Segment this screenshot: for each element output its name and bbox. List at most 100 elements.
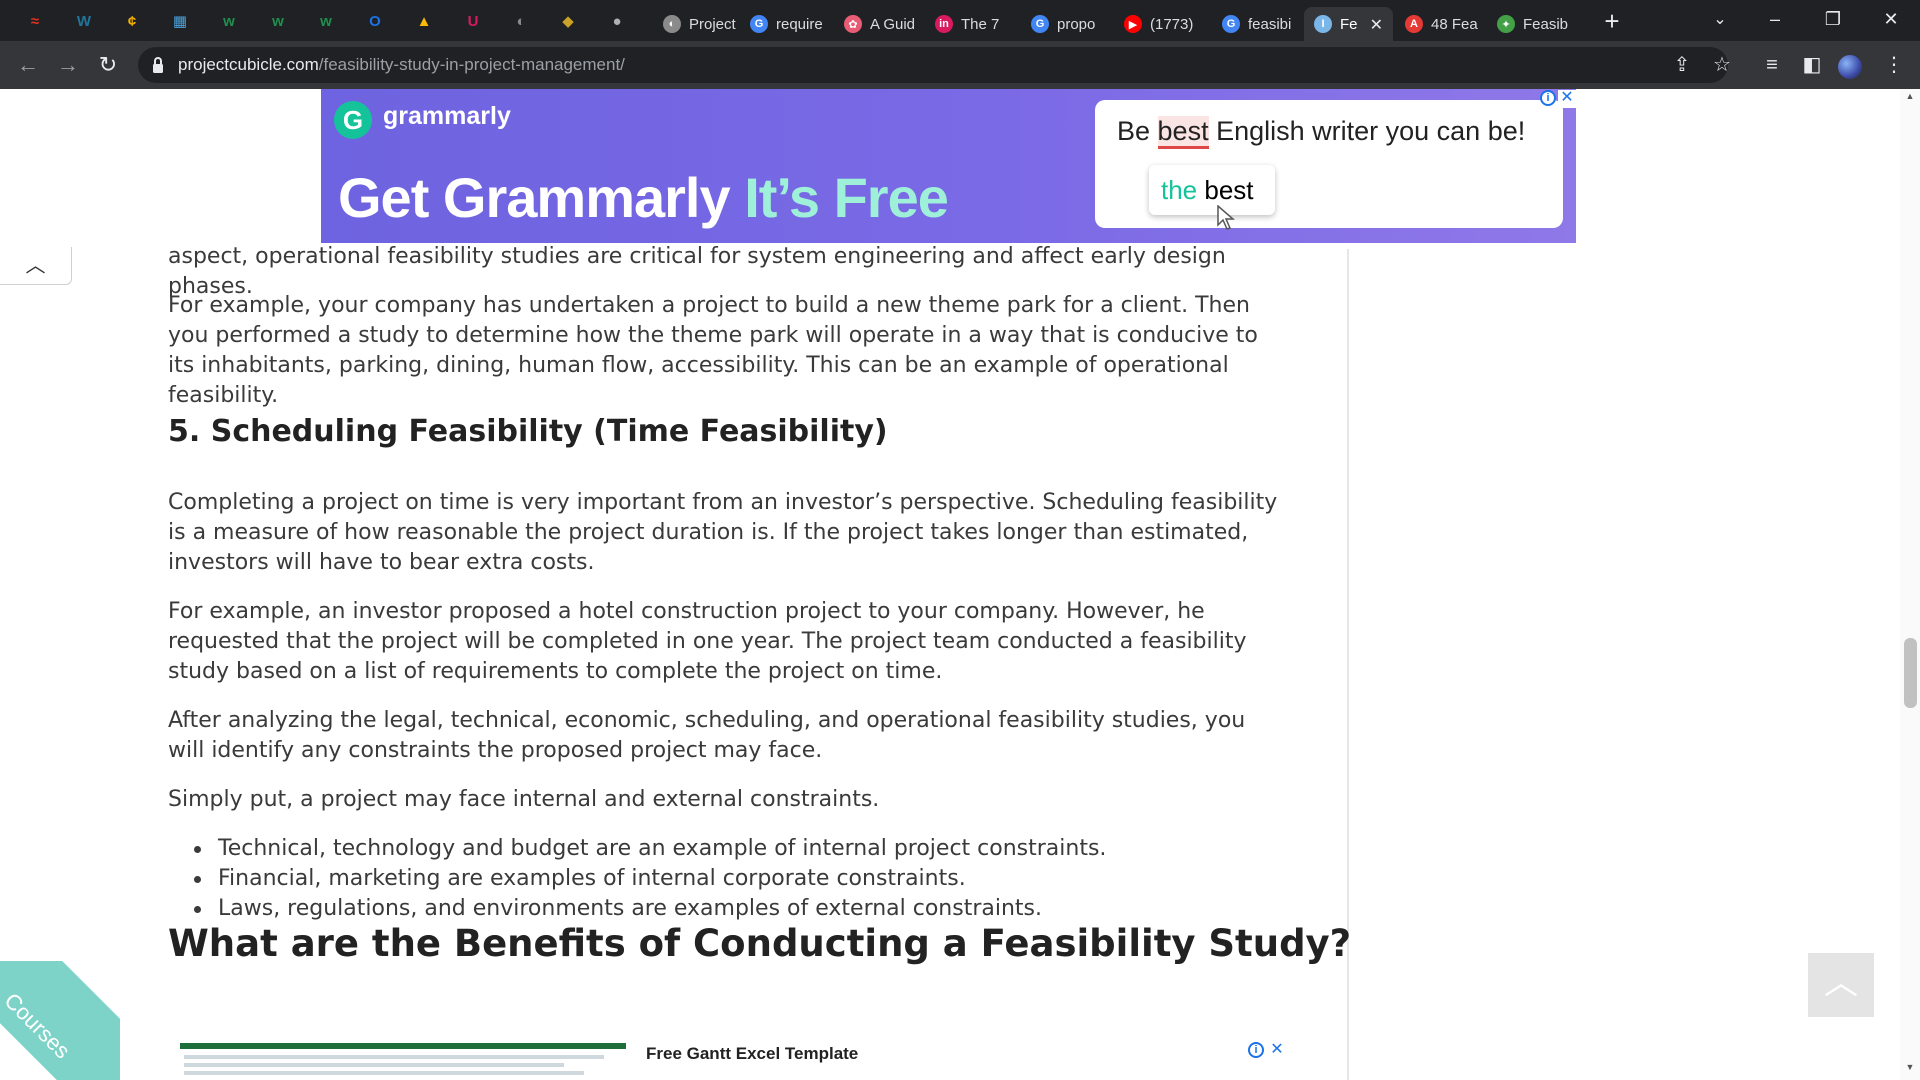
- ninja-icon[interactable]: ●: [605, 9, 629, 33]
- list-item: Technical, technology and budget are an …: [193, 834, 1106, 864]
- scrollbar-thumb[interactable]: [1904, 638, 1917, 708]
- w-icon[interactable]: w: [314, 9, 338, 33]
- ad-example-card: Be best English writer you can be! the b…: [1095, 100, 1563, 228]
- browser-tab[interactable]: ◐ Project: [653, 7, 738, 41]
- section-heading-benefits: What are the Benefits of Conducting a Fe…: [168, 922, 1352, 965]
- side-panel-icon[interactable]: ◧: [1796, 49, 1828, 81]
- ad-close-icon[interactable]: ✕: [1558, 90, 1576, 108]
- ad-info-icon[interactable]: i: [1248, 1042, 1264, 1058]
- tab-title: Project: [689, 15, 736, 33]
- scroll-down-arrow-icon[interactable]: ▼: [1904, 1062, 1916, 1074]
- lock-icon: [153, 57, 163, 73]
- browser-tab[interactable]: ▶ (1773): [1114, 7, 1210, 41]
- tab-favicon-icon: G: [1031, 15, 1049, 33]
- browser-tab-strip: ≈ W ¢ ▦ w w w O ▲ U ◐ ◆ ● ◐ Project Grequire ✿ A Guid in T…: [0, 0, 1920, 41]
- browser-tab[interactable]: in The 7: [925, 7, 1019, 41]
- reload-button[interactable]: ↻: [92, 49, 124, 81]
- browser-tab[interactable]: ✦ Feasib: [1487, 7, 1585, 41]
- browser-tab[interactable]: A 48 Fea: [1395, 7, 1485, 41]
- grammarly-ad-banner[interactable]: G grammarly Get Grammarly It’s Free Be b…: [321, 89, 1576, 243]
- tab-favicon-icon: G: [1222, 15, 1240, 33]
- tab-favicon-icon: ◐: [663, 15, 681, 33]
- media-control-icon[interactable]: ≡: [1756, 49, 1788, 81]
- tab-title: The 7: [961, 15, 1000, 33]
- paragraph: For example, an investor proposed a hote…: [168, 599, 1247, 684]
- globe-icon[interactable]: ◐: [509, 9, 533, 33]
- tab-title: Feasib: [1523, 15, 1569, 33]
- section-heading-scheduling: 5. Scheduling Feasibility (Time Feasibil…: [168, 414, 888, 449]
- collapse-chevron-up-icon[interactable]: ︿: [0, 247, 72, 285]
- tab-favicon-icon: in: [935, 15, 953, 33]
- page-scrollbar[interactable]: ▲ ▼: [1900, 89, 1920, 1080]
- minimize-button[interactable]: –: [1746, 0, 1804, 41]
- tab-favicon-icon: G: [750, 15, 768, 33]
- ad-close-icon[interactable]: ✕: [1268, 1042, 1286, 1060]
- tab-title: 48 Fea: [1431, 15, 1478, 33]
- tab-close-icon[interactable]: ✕: [1370, 15, 1383, 35]
- pinned-app-icon[interactable]: ≈: [23, 9, 47, 33]
- cursor-arrow-icon: [1217, 205, 1235, 230]
- ad-suggestion-word: best: [1197, 175, 1254, 205]
- profile-avatar[interactable]: [1838, 55, 1862, 79]
- bookmark-star-icon[interactable]: ☆: [1706, 49, 1738, 81]
- tab-title: Fe: [1340, 15, 1358, 33]
- tab-title: feasibi: [1248, 15, 1292, 33]
- ad-title: Free Gantt Excel Template: [646, 1044, 859, 1063]
- address-bar[interactable]: projectcubicle.com/feasibility-study-in-…: [138, 47, 1728, 83]
- constraints-list: Technical, technology and budget are an …: [193, 834, 1106, 924]
- tab-favicon-icon: ✿: [844, 15, 862, 33]
- scroll-to-top-button[interactable]: ︿: [1808, 953, 1874, 1017]
- thumbnail-row: [184, 1063, 564, 1067]
- ad-example-sentence: Be best English writer you can be!: [1117, 116, 1525, 149]
- list-item: Financial, marketing are examples of int…: [193, 864, 1106, 894]
- browser-tab[interactable]: I Fe ✕: [1304, 7, 1393, 41]
- outlook-icon[interactable]: O: [363, 9, 387, 33]
- ad-headline-main: Get Grammarly: [338, 166, 745, 229]
- coin-icon[interactable]: ¢: [120, 9, 144, 33]
- paragraph: Simply put, a project may face internal …: [168, 787, 880, 812]
- gantt-template-thumbnail: [180, 1043, 626, 1080]
- calendar-icon[interactable]: ▦: [168, 9, 192, 33]
- forward-button[interactable]: →: [52, 49, 84, 81]
- shield-icon[interactable]: ◆: [556, 9, 580, 33]
- browser-tab[interactable]: Gfeasibi: [1212, 7, 1302, 41]
- tab-favicon-icon: I: [1314, 15, 1332, 33]
- paragraph: After analyzing the legal, technical, ec…: [168, 708, 1246, 763]
- gantt-ad[interactable]: Free Gantt Excel Template i ✕: [180, 1042, 1292, 1080]
- w-icon[interactable]: w: [266, 9, 290, 33]
- tab-title: require: [776, 15, 823, 33]
- browser-tab[interactable]: Gpropo: [1021, 7, 1112, 41]
- browser-tab[interactable]: ✿ A Guid: [834, 7, 923, 41]
- tab-title: (1773): [1150, 15, 1194, 33]
- w-icon[interactable]: w: [217, 9, 241, 33]
- tab-search-icon[interactable]: ⌄: [1706, 6, 1734, 34]
- url-text: projectcubicle.com/feasibility-study-in-…: [178, 47, 625, 83]
- url-host: projectcubicle.com: [178, 55, 319, 74]
- web-page: G grammarly Get Grammarly It’s Free Be b…: [0, 89, 1920, 1080]
- browser-toolbar: ← → ↻ projectcubicle.com/feasibility-stu…: [0, 41, 1920, 89]
- close-window-button[interactable]: ✕: [1862, 0, 1920, 41]
- url-path: /feasibility-study-in-project-management…: [318, 55, 625, 74]
- courses-corner-ribbon[interactable]: Courses: [0, 961, 120, 1080]
- drive-icon[interactable]: ▲: [412, 9, 436, 33]
- scroll-up-arrow-icon[interactable]: ▲: [1904, 91, 1916, 103]
- paragraph: For example, your company has undertaken…: [168, 293, 1258, 408]
- thumbnail-row: [184, 1071, 584, 1075]
- wordpress-icon[interactable]: W: [72, 9, 96, 33]
- tab-favicon-icon: ▶: [1124, 15, 1142, 33]
- ad-suggestion-popup: the best: [1149, 165, 1275, 215]
- tab-favicon-icon: ✦: [1497, 15, 1515, 33]
- tab-title: A Guid: [870, 15, 916, 33]
- back-button[interactable]: ←: [12, 49, 44, 81]
- ad-brand-name: grammarly: [383, 102, 511, 130]
- ad-headline-highlight: It’s Free: [744, 166, 949, 229]
- ad-info-icon[interactable]: i: [1540, 90, 1556, 106]
- menu-kebab-icon[interactable]: ⋮: [1878, 49, 1910, 81]
- browser-tab[interactable]: Grequire: [740, 7, 832, 41]
- u-icon[interactable]: U: [461, 9, 485, 33]
- restore-button[interactable]: ❐: [1804, 0, 1862, 41]
- ad-sentence-error-word: best: [1157, 116, 1209, 149]
- new-tab-button[interactable]: +: [1596, 5, 1628, 37]
- ad-sentence-pre: Be: [1117, 116, 1158, 146]
- share-icon[interactable]: ⇪: [1666, 49, 1698, 81]
